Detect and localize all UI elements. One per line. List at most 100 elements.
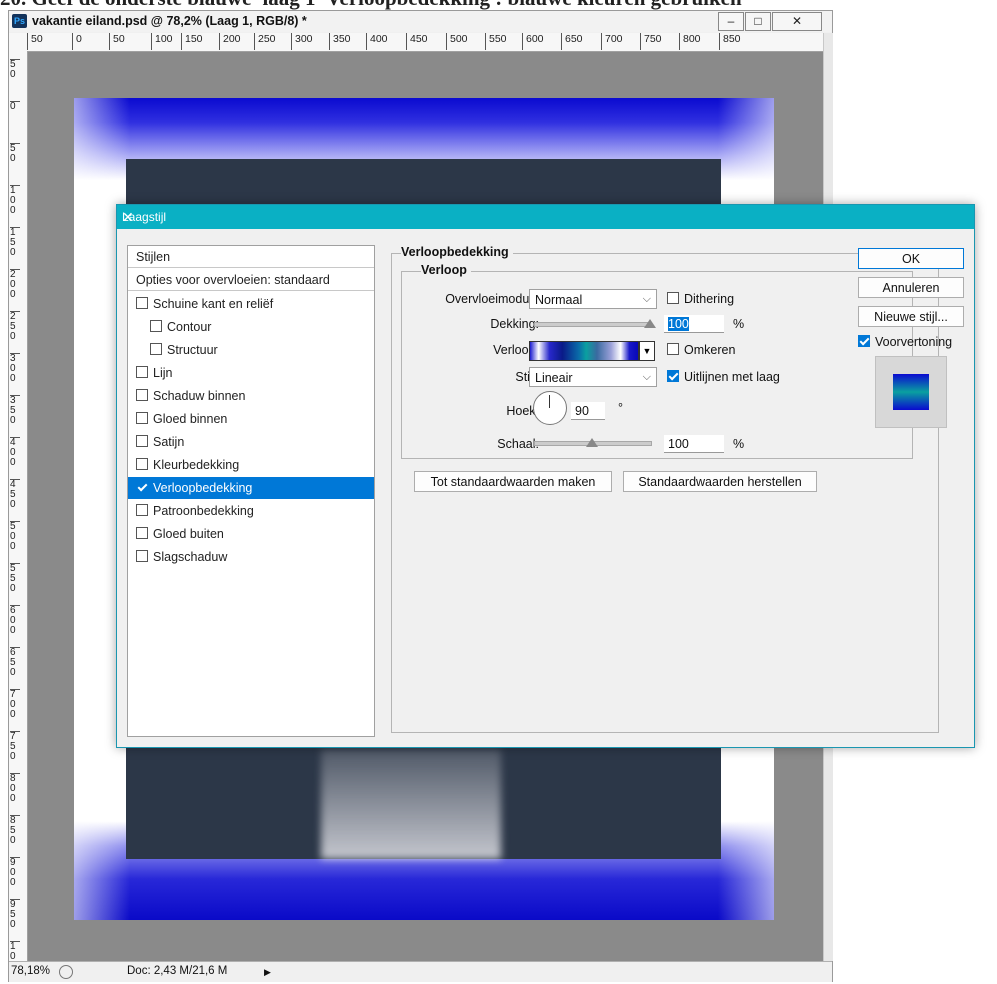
gradient-style-select[interactable]: Lineair ⌵ — [529, 367, 657, 387]
style-item[interactable]: Verloopbedekking — [128, 477, 374, 499]
blend-mode-select[interactable]: Normaal ⌵ — [529, 289, 657, 309]
checkbox-box[interactable] — [136, 435, 148, 447]
ruler-tick-label: 600 — [10, 605, 20, 636]
style-item[interactable]: Patroonbedekking — [128, 500, 374, 522]
angle-label: Hoek: — [506, 404, 539, 418]
make-default-button[interactable]: Tot standaardwaarden maken — [414, 471, 612, 492]
dialog-close-icon[interactable]: ✕ — [122, 205, 966, 229]
gradient-dropdown-icon[interactable]: ▼ — [639, 341, 655, 361]
new-style-button[interactable]: Nieuwe stijl... — [858, 306, 964, 327]
style-item-label: Structuur — [167, 343, 218, 357]
checkbox-box[interactable] — [150, 343, 162, 355]
minimize-button[interactable]: – — [718, 12, 744, 31]
angle-dial[interactable] — [533, 391, 567, 425]
align-with-layer-checkbox[interactable]: Uitlijnen met laag — [667, 370, 780, 384]
ok-button[interactable]: OK — [858, 248, 964, 269]
checkbox-box-checked[interactable] — [667, 370, 679, 382]
blend-options-item[interactable]: Opties voor overvloeien: standaard — [128, 269, 374, 291]
style-item[interactable]: Satijn — [128, 431, 374, 453]
gradient-group-title: Verloop — [421, 263, 471, 277]
style-item[interactable]: Gloed binnen — [128, 408, 374, 430]
checkbox-box[interactable] — [150, 320, 162, 332]
blend-mode-value: Normaal — [535, 293, 583, 307]
checkbox-box[interactable] — [136, 458, 148, 470]
style-item-label: Contour — [167, 320, 212, 334]
checkbox-box-checked[interactable] — [136, 481, 148, 493]
opacity-slider-thumb[interactable] — [644, 319, 656, 328]
gradient-picker-swatch[interactable] — [529, 341, 639, 361]
maximize-button[interactable]: □ — [745, 12, 771, 31]
ruler-tick-label: 150 — [181, 33, 203, 50]
checkbox-box[interactable] — [136, 550, 148, 562]
status-bar: 78,18% Doc: 2,43 M/21,6 M ▶ — [9, 961, 832, 982]
checkbox-box[interactable] — [667, 292, 679, 304]
align-with-layer-label: Uitlijnen met laag — [684, 370, 780, 384]
style-item[interactable]: Schuine kant en reliëf — [128, 293, 374, 315]
style-item[interactable]: Lijn — [128, 362, 374, 384]
style-item[interactable]: Slagschaduw — [128, 546, 374, 568]
cancel-button[interactable]: Annuleren — [858, 277, 964, 298]
style-item[interactable]: Schaduw binnen — [128, 385, 374, 407]
ruler-tick-label: 550 — [10, 563, 20, 594]
ruler-tick-label: 200 — [219, 33, 241, 50]
style-item-label: Slagschaduw — [153, 550, 228, 564]
reset-default-button[interactable]: Standaardwaarden herstellen — [623, 471, 817, 492]
gradient-style-value: Lineair — [535, 371, 573, 385]
layer-style-dialog: Laagstijl ✕ Stijlen Opties voor overvloe… — [116, 204, 975, 748]
checkbox-box[interactable] — [136, 389, 148, 401]
opacity-input[interactable]: 100 — [664, 315, 724, 333]
style-item[interactable]: Gloed buiten — [128, 523, 374, 545]
style-item[interactable]: Kleurbedekking — [128, 454, 374, 476]
style-item-label: Schaduw binnen — [153, 389, 246, 403]
reverse-label: Omkeren — [684, 343, 736, 357]
styles-header[interactable]: Stijlen — [128, 246, 374, 268]
opacity-label: Dekking: — [490, 317, 539, 331]
style-item[interactable]: Structuur — [128, 339, 374, 361]
horizontal-ruler[interactable]: 50 0 50 100 150 200 250 300 350 400 450 500 550 600 65… — [9, 33, 823, 52]
status-menu-arrow-icon[interactable]: ▶ — [264, 967, 271, 978]
angle-unit: ° — [618, 401, 623, 415]
waterfall-graphic — [321, 749, 501, 859]
checkbox-box[interactable] — [136, 527, 148, 539]
ruler-tick-label: 700 — [601, 33, 623, 50]
zoom-info-icon[interactable] — [59, 965, 73, 979]
ruler-tick-label: 50 — [10, 143, 20, 164]
ruler-tick-label: 0 — [72, 33, 82, 50]
ruler-tick-label: 500 — [446, 33, 468, 50]
document-tab-title[interactable]: vakantie eiland.psd @ 78,2% (Laag 1, RGB… — [32, 14, 307, 28]
checkbox-box[interactable] — [136, 366, 148, 378]
ruler-tick-label: 250 — [254, 33, 276, 50]
scale-slider-thumb[interactable] — [586, 438, 598, 447]
ruler-tick-label: 750 — [640, 33, 662, 50]
ruler-tick-label: 100 — [151, 33, 173, 50]
ruler-tick-label: 400 — [366, 33, 388, 50]
ruler-tick-label: 750 — [10, 731, 20, 762]
style-item-label: Gloed binnen — [153, 412, 228, 426]
vertical-ruler[interactable]: 50 0 50 100 150 200 250 300 350 400 450 500 550 600 65… — [9, 51, 28, 961]
ruler-tick-label: 300 — [291, 33, 313, 50]
ruler-tick-label: 400 — [10, 437, 20, 468]
checkbox-box[interactable] — [136, 504, 148, 516]
checkbox-box[interactable] — [136, 297, 148, 309]
dithering-checkbox[interactable]: Dithering — [667, 292, 734, 306]
opacity-unit: % — [733, 317, 745, 331]
ruler-tick-label: 450 — [10, 479, 20, 510]
opacity-slider[interactable] — [534, 322, 652, 327]
scale-input[interactable]: 100 — [664, 435, 724, 453]
checkbox-box-checked[interactable] — [858, 335, 870, 347]
checkbox-box[interactable] — [136, 412, 148, 424]
preview-checkbox[interactable]: Voorvertoning — [858, 335, 952, 349]
close-window-button[interactable]: ✕ — [772, 12, 822, 31]
ruler-tick-label: 700 — [10, 689, 20, 720]
zoom-level[interactable]: 78,18% — [11, 965, 50, 977]
ruler-tick-label: 500 — [10, 521, 20, 552]
section-title: Verloopbedekking — [401, 245, 513, 259]
ruler-tick-label: 300 — [10, 353, 20, 384]
checkbox-box[interactable] — [667, 343, 679, 355]
ruler-tick-label: 50 — [109, 33, 125, 50]
style-item[interactable]: Contour — [128, 316, 374, 338]
angle-input[interactable]: 90 — [571, 402, 605, 420]
reverse-checkbox[interactable]: Omkeren — [667, 343, 735, 357]
preview-label: Voorvertoning — [875, 335, 953, 349]
gradient-label: Verloop: — [493, 343, 539, 357]
